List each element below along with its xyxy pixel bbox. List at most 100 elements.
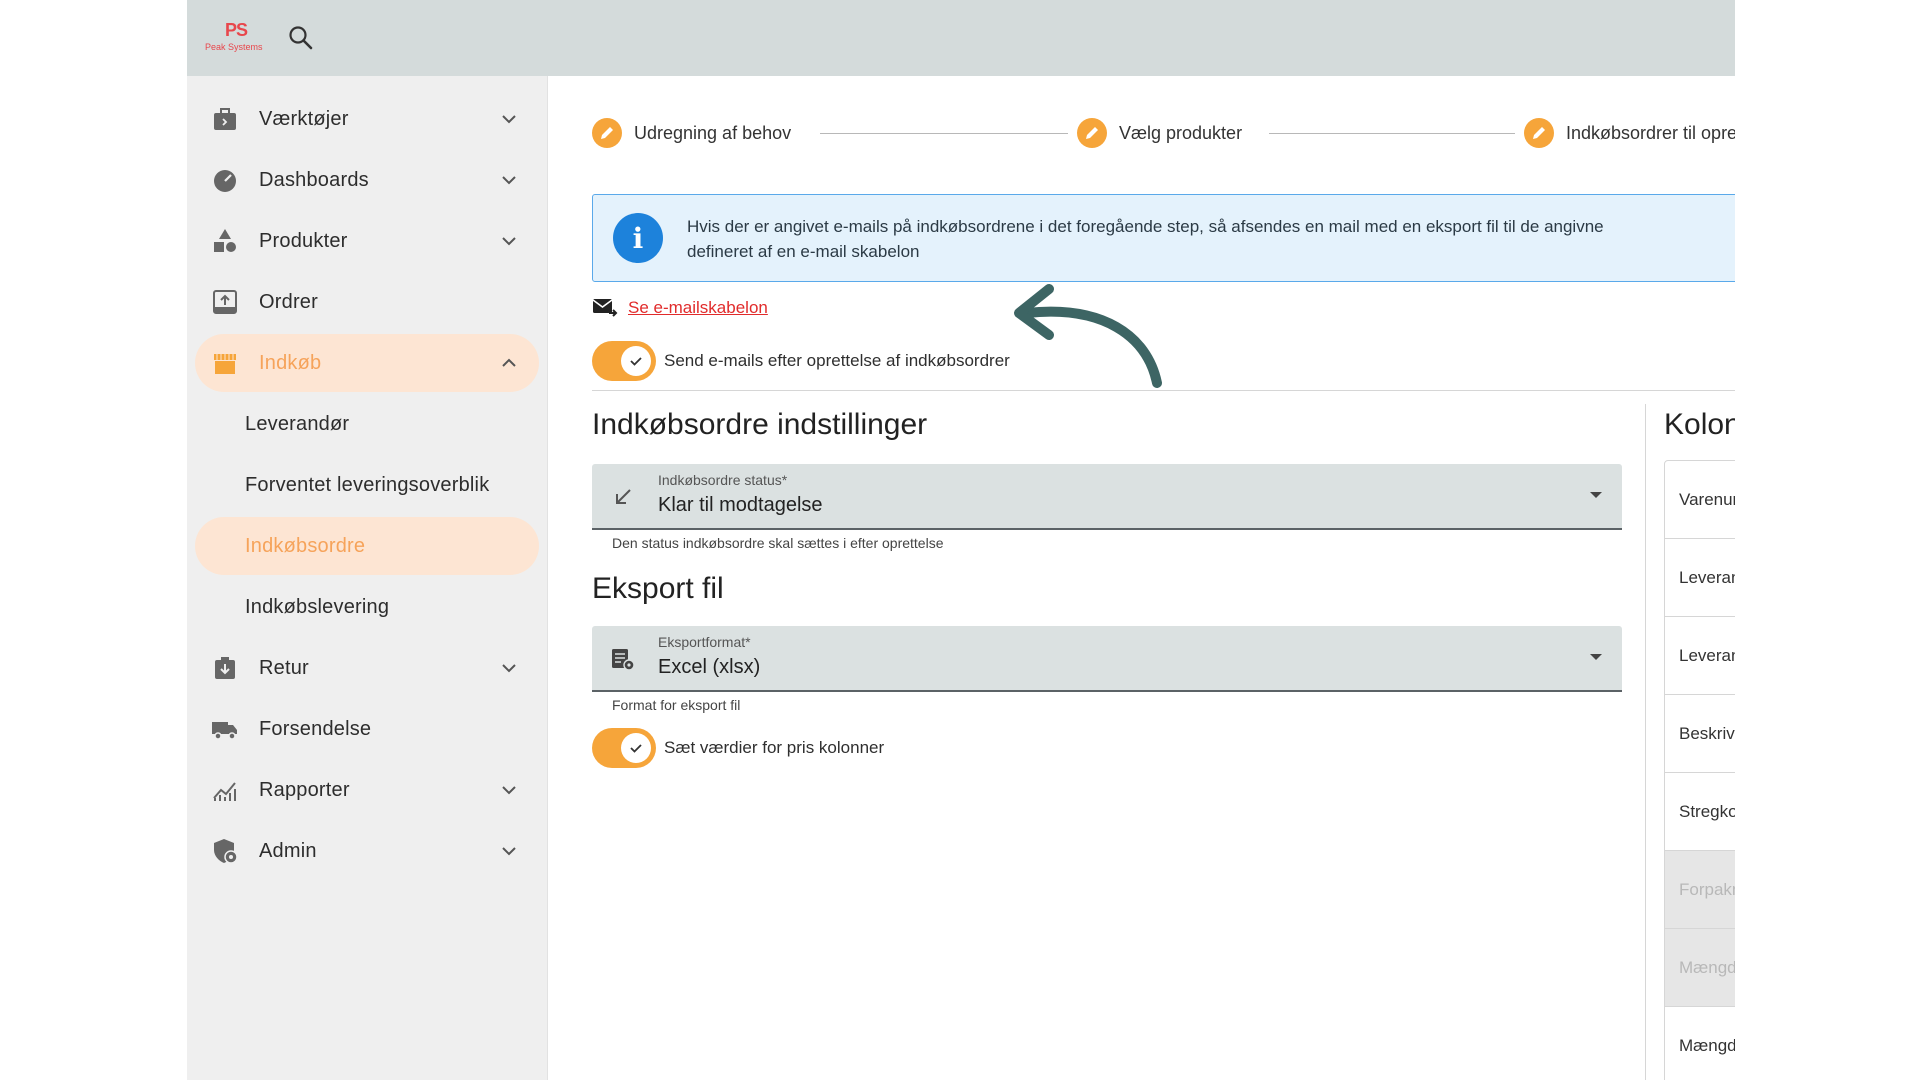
- send-emails-toggle[interactable]: [592, 341, 656, 381]
- logo-text: Peak Systems: [205, 42, 263, 52]
- step-connector: [820, 133, 1068, 134]
- columns-list: Varenur Leveran Leveran Beskrive Stregko…: [1664, 460, 1735, 1080]
- sidebar-item-label: Retur: [259, 656, 309, 679]
- speedometer-icon: [214, 170, 236, 192]
- sidebar-subitem-label: Leverandør: [245, 412, 350, 435]
- sidebar-subitem-label: Indkøbslevering: [245, 595, 390, 618]
- column-item[interactable]: Leveran: [1665, 617, 1735, 695]
- chevron-down-icon: [502, 847, 516, 856]
- sidebar: Værktøjer Dashboards Produkter Ordrer In…: [187, 76, 548, 1080]
- chevron-down-icon: [502, 115, 516, 124]
- sidebar-subitem-label: Indkøbsordre: [245, 534, 366, 557]
- sidebar-subitem-forventet-leveringsoverblik[interactable]: Forventet leveringsoverblik: [195, 456, 539, 514]
- email-template-link-row: Se e-mailskabelon: [592, 297, 768, 319]
- step-indkobsordrer-til-oprettelse[interactable]: Indkøbsordrer til opre: [1524, 118, 1735, 148]
- price-columns-toggle-row: Sæt værdier for pris kolonner: [592, 728, 884, 768]
- shield-icon: [214, 839, 238, 864]
- column-item[interactable]: Varenur: [1665, 461, 1735, 539]
- logo-mark: PS: [225, 20, 248, 40]
- main-content: Udregning af behov Vælg produkter Indkøb…: [548, 76, 1735, 1080]
- sidebar-item-admin[interactable]: Admin: [195, 822, 539, 880]
- chevron-down-icon: [502, 237, 516, 246]
- sidebar-item-dashboards[interactable]: Dashboards: [195, 151, 539, 209]
- info-alert: i Hvis der er angivet e-mails på indkøbs…: [592, 194, 1735, 282]
- sidebar-item-label: Dashboards: [259, 168, 369, 191]
- annotation-arrow-icon: [1014, 284, 1162, 388]
- sidebar-item-vaerktojer[interactable]: Værktøjer: [195, 90, 539, 148]
- columns-panel: Kolon Varenur Leveran Leveran Beskrive S…: [1645, 404, 1735, 1080]
- step-label: Indkøbsordrer til opre: [1566, 122, 1735, 143]
- price-columns-toggle[interactable]: [592, 728, 656, 768]
- select-value: Klar til modtagelse: [658, 494, 823, 516]
- column-item-disabled: Forpakn: [1665, 851, 1735, 929]
- select-label: Indkøbsordre status*: [658, 472, 788, 488]
- sidebar-item-label: Værktøjer: [259, 107, 349, 130]
- export-format-helper-text: Format for eksport fil: [612, 697, 741, 713]
- export-section-title: Eksport fil: [592, 572, 724, 605]
- truck-icon: [212, 722, 237, 740]
- app-window: PS Peak Systems Værktøjer Dashboards Pro…: [187, 0, 1735, 1080]
- sidebar-item-label: Forsendelse: [259, 717, 372, 740]
- info-icon: i: [613, 213, 663, 263]
- column-item[interactable]: Stregko: [1665, 773, 1735, 851]
- chevron-down-icon: [502, 176, 516, 185]
- purchase-order-status-select[interactable]: Indkøbsordre status* Klar til modtagelse: [592, 464, 1622, 530]
- email-template-link[interactable]: Se e-mailskabelon: [628, 298, 768, 318]
- step-udregning-af-behov[interactable]: Udregning af behov: [592, 118, 791, 148]
- return-icon: [215, 657, 235, 679]
- settings-section-title: Indkøbsordre indstillinger: [592, 408, 928, 441]
- sidebar-item-ordrer[interactable]: Ordrer: [195, 273, 539, 331]
- caret-down-icon: [1590, 492, 1602, 498]
- sidebar-item-rapporter[interactable]: Rapporter: [195, 761, 539, 819]
- file-settings-icon: [612, 649, 635, 671]
- pencil-icon: [592, 118, 622, 148]
- sidebar-item-produkter[interactable]: Produkter: [195, 212, 539, 270]
- sidebar-item-label: Ordrer: [259, 290, 318, 313]
- chevron-up-icon: [502, 358, 516, 367]
- chart-icon: [213, 782, 236, 801]
- send-emails-toggle-label: Send e-mails efter oprettelse af indkøbs…: [664, 351, 1010, 370]
- store-icon: [214, 354, 236, 374]
- step-label: Vælg produkter: [1119, 122, 1243, 143]
- select-value: Excel (xlsx): [658, 656, 761, 678]
- arrow-down-left-icon: [616, 489, 631, 504]
- logo[interactable]: PS Peak Systems: [205, 20, 271, 56]
- caret-down-icon: [1590, 654, 1602, 660]
- order-icon: [213, 290, 237, 314]
- search-icon[interactable]: [287, 24, 315, 52]
- step-connector: [1269, 133, 1515, 134]
- sidebar-item-label: Rapporter: [259, 778, 350, 801]
- sidebar-subitem-indkobsordre[interactable]: Indkøbsordre: [195, 517, 539, 575]
- column-item[interactable]: Leveran: [1665, 539, 1735, 617]
- columns-panel-title: Kolon: [1664, 408, 1735, 441]
- check-icon: [621, 346, 651, 376]
- step-vaelg-produkter[interactable]: Vælg produkter: [1077, 118, 1242, 148]
- step-label: Udregning af behov: [634, 122, 792, 143]
- pencil-icon: [1077, 118, 1107, 148]
- sidebar-item-label: Produkter: [259, 229, 348, 252]
- status-helper-text: Den status indkøbsordre skal sættes i ef…: [612, 535, 944, 551]
- info-text-line: defineret af en e-mail skabelon: [687, 242, 920, 261]
- check-icon: [621, 733, 651, 763]
- sidebar-item-forsendelse[interactable]: Forsendelse: [195, 700, 539, 758]
- price-columns-toggle-label: Sæt værdier for pris kolonner: [664, 738, 885, 757]
- column-item-disabled: Mængd: [1665, 929, 1735, 1007]
- chevron-down-icon: [502, 786, 516, 795]
- sidebar-item-label: Admin: [259, 839, 317, 862]
- column-item[interactable]: Beskrive: [1665, 695, 1735, 773]
- mail-send-icon: [592, 299, 618, 317]
- chevron-down-icon: [502, 664, 516, 673]
- sidebar-subitem-label: Forventet leveringsoverblik: [245, 473, 490, 496]
- sidebar-subitem-indkobslevering[interactable]: Indkøbslevering: [195, 578, 539, 636]
- send-emails-toggle-row: Send e-mails efter oprettelse af indkøbs…: [592, 341, 1010, 381]
- top-bar: PS Peak Systems: [187, 0, 1735, 76]
- export-format-select[interactable]: Eksportformat* Excel (xlsx): [592, 626, 1622, 692]
- select-label: Eksportformat*: [658, 634, 751, 650]
- sidebar-item-indkob[interactable]: Indkøb: [195, 334, 539, 392]
- toolbox-icon: [214, 108, 236, 130]
- info-text-line: Hvis der er angivet e-mails på indkøbsor…: [687, 217, 1604, 236]
- info-text: Hvis der er angivet e-mails på indkøbsor…: [687, 214, 1735, 264]
- sidebar-subitem-leverandor[interactable]: Leverandør: [195, 395, 539, 453]
- sidebar-item-retur[interactable]: Retur: [195, 639, 539, 697]
- column-item[interactable]: Mængd: [1665, 1007, 1735, 1080]
